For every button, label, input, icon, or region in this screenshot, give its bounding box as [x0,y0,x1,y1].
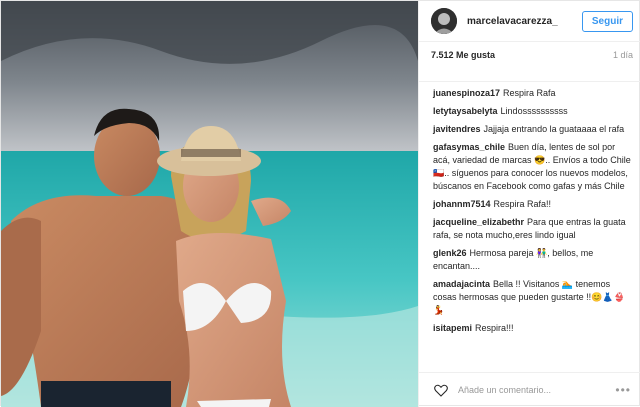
comment-username[interactable]: johannm7514 [433,199,491,209]
post-sidebar: marcelavacarezza_ Seguir 7.512 Me gusta … [418,1,640,407]
comment-username[interactable]: javitendres [433,124,481,134]
comment-item: javitendres Jajjaja entrando la guataaaa … [433,123,633,136]
ellipsis-icon[interactable]: ••• [615,383,631,397]
likes-count[interactable]: 7.512 Me gusta [431,50,495,60]
comment-username[interactable]: jacqueline_elizabethr [433,217,524,227]
avatar-image [431,8,457,34]
comment-text: Respira Rafa!! [493,199,552,209]
post-age[interactable]: 1 día [613,50,633,60]
comment-username[interactable]: amadajacinta [433,279,490,289]
avatar[interactable] [431,8,457,34]
comment-text: Respira Rafa [503,88,556,98]
comment-text: Lindossssssssss [500,106,568,116]
beach-photo-image [1,1,418,407]
comment-item: juanespinoza17 Respira Rafa [433,87,633,100]
post-meta: 7.512 Me gusta 1 día [419,42,640,68]
comment-username[interactable]: isitapemi [433,323,472,333]
comment-footer: Añade un comentario... ••• [419,372,640,407]
post-photo[interactable] [1,1,418,407]
post-header: marcelavacarezza_ Seguir [419,1,640,42]
post-window: marcelavacarezza_ Seguir 7.512 Me gusta … [0,0,640,407]
comment-username[interactable]: glenk26 [433,248,467,258]
username-link[interactable]: marcelavacarezza_ [467,16,582,27]
follow-button[interactable]: Seguir [581,10,633,32]
comment-username[interactable]: juanespinoza17 [433,88,500,98]
comments-list[interactable]: juanespinoza17 Respira Rafa letytaysabely… [419,81,640,371]
comment-item: jacqueline_elizabethr Para que entras la … [433,216,633,242]
comment-item: glenk26 Hermosa pareja 👫, bellos, me enca… [433,247,633,273]
comment-item: letytaysabelyta Lindossssssssss [433,105,633,118]
add-comment-input[interactable]: Añade un comentario... [458,385,615,395]
comment-item: gafasymas_chile Buen día, lentes de sol p… [433,141,633,193]
heart-outline-icon[interactable] [433,382,449,398]
comment-text: Jajjaja entrando la guataaaa el rafa [483,124,625,134]
comment-item: isitapemi Respira!!! [433,322,633,335]
comment-username[interactable]: gafasymas_chile [433,142,505,152]
comment-username[interactable]: letytaysabelyta [433,106,498,116]
comment-item: amadajacinta Bella !! Visitanos 🏊 tenemos… [433,278,633,317]
comment-text: Respira!!! [475,323,514,333]
comment-item: johannm7514 Respira Rafa!! [433,198,633,211]
